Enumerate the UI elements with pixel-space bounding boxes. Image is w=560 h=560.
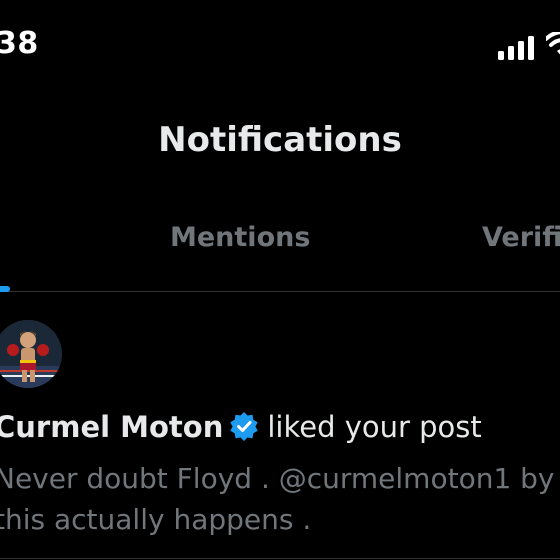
- author-name[interactable]: Curmel Moton: [0, 410, 223, 444]
- tab-verified[interactable]: Verifi: [482, 222, 560, 253]
- page-title: Notifications: [158, 120, 402, 160]
- verified-badge-icon: [230, 412, 259, 441]
- boxer-photo-icon: [0, 320, 62, 388]
- post-line: Never doubt Floyd . @curmelmoton1 by: [0, 462, 555, 495]
- notification-headline: Curmel Moton liked your post: [0, 410, 482, 444]
- avatar[interactable]: [0, 320, 62, 388]
- action-text: liked your post: [267, 410, 482, 444]
- wifi-icon: [546, 32, 560, 55]
- status-time: 38: [0, 26, 39, 61]
- divider: [0, 558, 560, 559]
- tab-bar: Mentions Verifi: [0, 210, 560, 292]
- post-preview: Never doubt Floyd . @curmelmoton1 by thi…: [0, 458, 560, 540]
- status-bar: 38: [0, 0, 560, 90]
- tab-mentions[interactable]: Mentions: [170, 222, 310, 253]
- post-line: this actually happens .: [0, 503, 312, 536]
- notification-item[interactable]: Curmel Moton liked your post Never doubt…: [0, 292, 560, 560]
- cellular-signal-icon: [498, 36, 534, 60]
